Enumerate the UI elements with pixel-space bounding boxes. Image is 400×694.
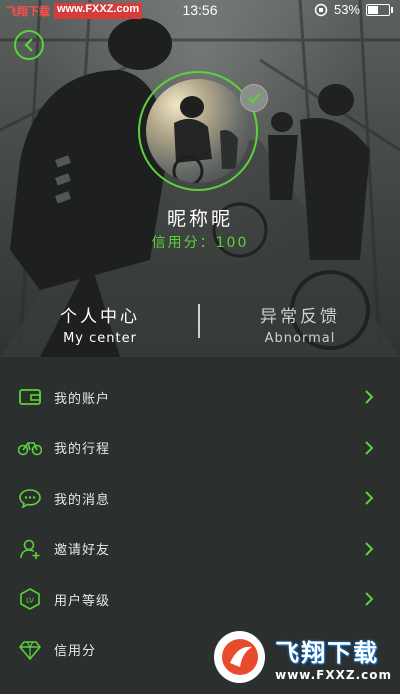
status-bar: 飞翔下载 www.FXXZ.com 13:56 53% xyxy=(0,0,400,22)
credit-score: 信用分：100 xyxy=(151,235,249,251)
chevron-right-icon xyxy=(365,491,374,505)
cyclist-photo xyxy=(172,96,238,183)
profile-header: 飞翔下载 www.FXXZ.com 13:56 53% 昵称昵 信用分：100 … xyxy=(0,0,400,357)
menu-item-label: 信用分 xyxy=(54,644,97,660)
tab-label-cn: 异常反馈 xyxy=(260,307,340,327)
wallet-icon xyxy=(18,385,42,409)
menu-item-label: 我的行程 xyxy=(54,442,111,458)
back-button[interactable] xyxy=(14,30,44,60)
download-site-watermark: 飞翔下载 www.FXXZ.com xyxy=(208,624,392,690)
menu-item-label: 邀请好友 xyxy=(54,543,111,559)
battery-icon xyxy=(366,3,393,16)
watermark-url: www.FXXZ.com xyxy=(275,667,392,682)
tab-label-cn: 个人中心 xyxy=(60,307,140,327)
chevron-left-icon xyxy=(24,38,33,52)
menu-item-trips[interactable]: 我的行程 xyxy=(0,423,400,474)
tab-abnormal[interactable]: 异常反馈 Abnormal xyxy=(200,302,400,346)
invite-user-icon xyxy=(18,537,42,561)
alarm-icon xyxy=(314,3,328,16)
chevron-right-icon xyxy=(365,542,374,556)
watermark-logo-icon xyxy=(214,631,266,683)
level-badge-icon: LV xyxy=(18,587,42,611)
menu-item-invite[interactable]: 邀请好友 xyxy=(0,524,400,575)
tab-label-en: Abnormal xyxy=(264,331,336,346)
chevron-right-icon xyxy=(365,390,374,404)
nickname[interactable]: 昵称昵 xyxy=(0,204,400,231)
status-indicators: 53% xyxy=(314,2,393,17)
menu-item-label: 我的消息 xyxy=(54,492,111,508)
menu-item-level[interactable]: LV 用户等级 xyxy=(0,574,400,625)
menu-item-label: 用户等级 xyxy=(54,593,111,609)
chevron-right-icon xyxy=(365,441,374,455)
menu-item-label: 我的账户 xyxy=(54,391,111,407)
menu-item-account[interactable]: 我的账户 xyxy=(0,372,400,423)
watermark-title: 飞翔下载 xyxy=(275,638,380,667)
battery-percent: 53% xyxy=(333,2,360,17)
tab-label-en: My center xyxy=(63,331,137,346)
bicycle-icon xyxy=(18,436,42,460)
menu-item-messages[interactable]: 我的消息 xyxy=(0,473,400,524)
verified-badge xyxy=(240,84,268,112)
svg-text:LV: LV xyxy=(26,597,34,605)
battery-level-fill xyxy=(368,5,378,14)
avatar[interactable] xyxy=(138,71,258,191)
tab-my-center[interactable]: 个人中心 My center xyxy=(0,302,200,346)
diamond-icon xyxy=(18,638,42,662)
check-icon xyxy=(248,93,260,104)
message-icon xyxy=(18,486,42,510)
avatar-image xyxy=(146,79,250,183)
chevron-right-icon xyxy=(365,592,374,606)
